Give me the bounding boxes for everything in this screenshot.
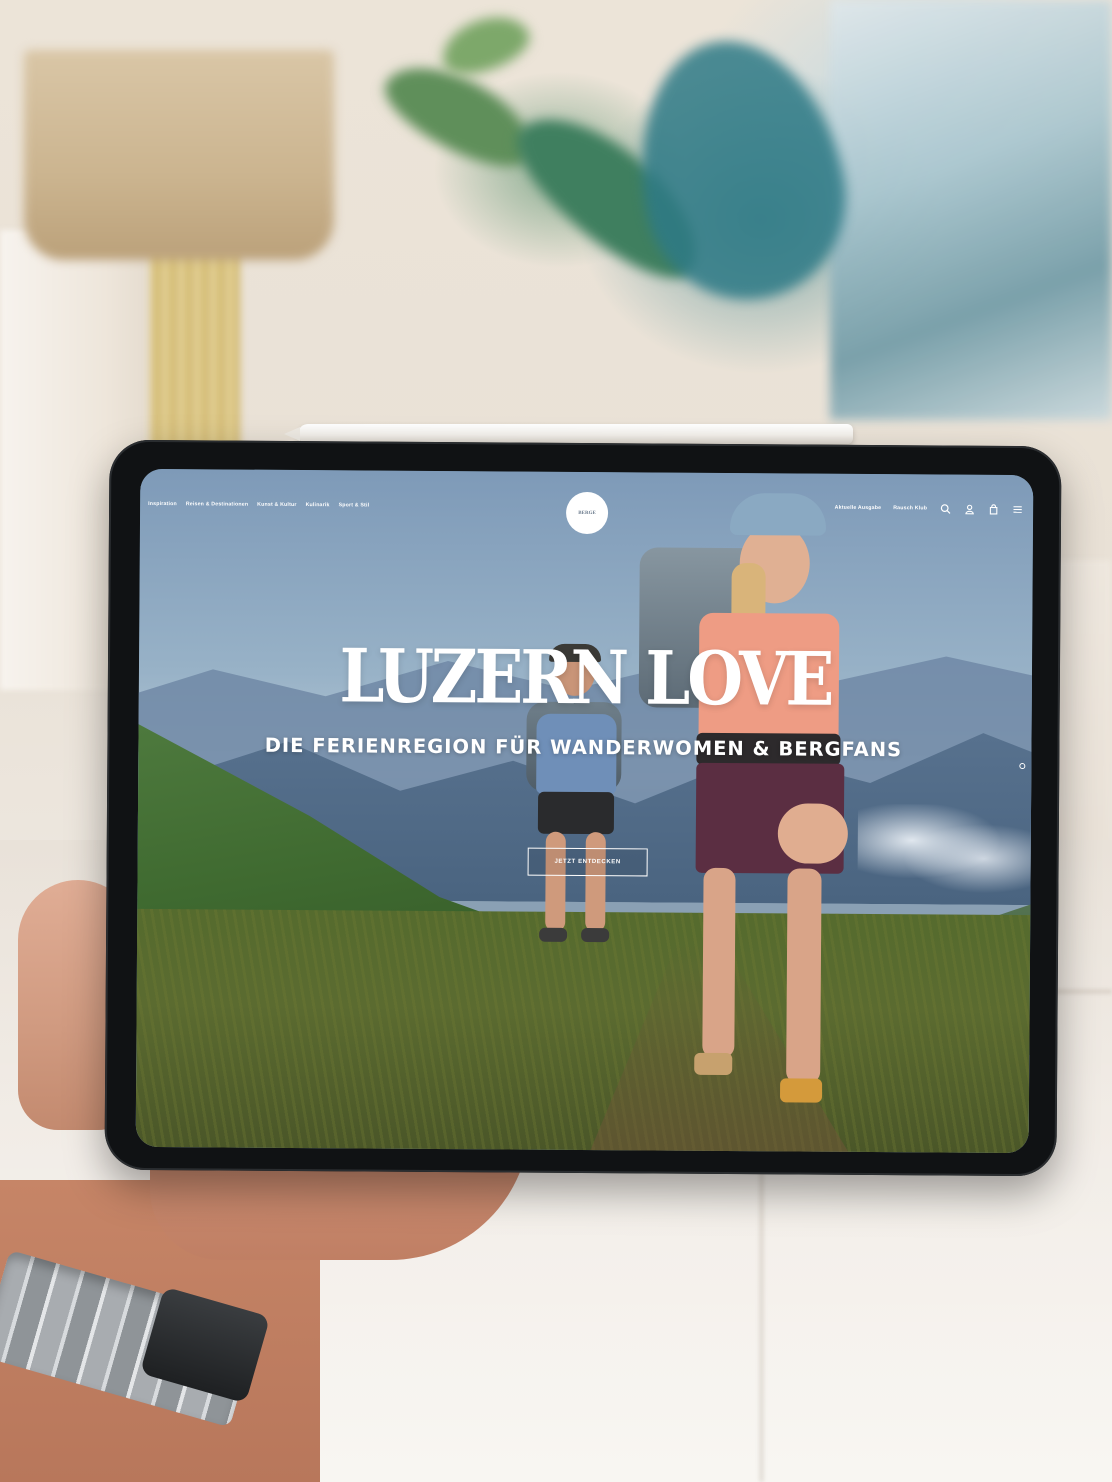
site-logo[interactable]: BERGE: [565, 491, 609, 535]
wall-painting: [830, 0, 1112, 420]
nav-link-reisen[interactable]: Reisen & Destinationen: [186, 501, 248, 507]
nav-link-kunst-kultur[interactable]: Kunst & Kultur: [257, 502, 296, 508]
curtain: [150, 250, 240, 460]
discover-button[interactable]: JETZT ENTDECKEN: [527, 847, 648, 877]
hero-snow-patches: [857, 803, 1034, 896]
slider-dot[interactable]: [1019, 763, 1026, 770]
bag-icon[interactable]: [987, 503, 999, 515]
nav-link-inspiration[interactable]: Inspiration: [148, 501, 177, 507]
account-icon[interactable]: [963, 503, 975, 515]
nav-link-kulinarik[interactable]: Kulinarik: [306, 502, 330, 508]
logo-text: BERGE: [578, 510, 596, 516]
hero-subtitle: DIE FERIENREGION FÜR WANDERWOMEN & BERGF…: [264, 733, 903, 762]
search-icon[interactable]: [939, 502, 951, 514]
nav-link-sport-stil[interactable]: Sport & Stil: [339, 502, 370, 508]
plant-pot: [24, 50, 334, 260]
nav-link-club[interactable]: Rausch Klub: [893, 505, 927, 511]
nav-link-current-issue[interactable]: Aktuelle Ausgabe: [835, 505, 882, 511]
menu-icon[interactable]: [1011, 503, 1023, 515]
primary-nav: Inspiration Reisen & Destinationen Kunst…: [148, 501, 369, 509]
site-header: Inspiration Reisen & Destinationen Kunst…: [140, 469, 1033, 545]
tablet-screen: Inspiration Reisen & Destinationen Kunst…: [135, 468, 1034, 1154]
secondary-nav: Aktuelle Ausgabe Rausch Klub: [835, 502, 1024, 515]
hero-title: LUZERN LOVE: [339, 633, 832, 724]
hiker-front: [636, 492, 860, 1134]
